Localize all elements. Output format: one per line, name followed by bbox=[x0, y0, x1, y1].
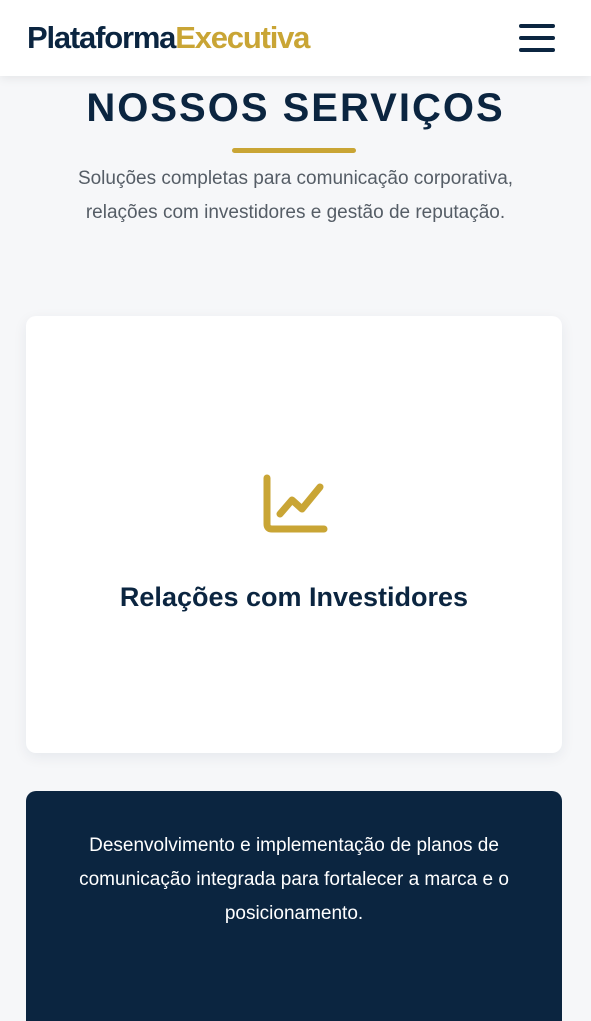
menu-line bbox=[519, 36, 555, 40]
service-card-description-text: Desenvolvimento e implementação de plano… bbox=[79, 835, 509, 924]
service-card-description[interactable]: Desenvolvimento e implementação de plano… bbox=[26, 791, 562, 1021]
menu-line bbox=[519, 24, 555, 28]
hamburger-menu-icon[interactable] bbox=[519, 24, 555, 52]
logo-text-plataforma: Plataforma bbox=[27, 20, 176, 55]
title-underline bbox=[232, 148, 356, 153]
site-header: PlataformaExecutiva bbox=[0, 0, 591, 76]
service-card-investor-relations[interactable]: Relações com Investidores bbox=[26, 316, 562, 753]
section-title: NOSSOS SERVIÇOS bbox=[86, 86, 505, 130]
logo-text-executiva: Executiva bbox=[175, 20, 310, 55]
chart-line-icon bbox=[263, 474, 328, 533]
section-subtitle: Soluções completas para comunicação corp… bbox=[77, 168, 514, 223]
menu-line bbox=[519, 48, 555, 52]
logo[interactable]: PlataformaExecutiva bbox=[27, 20, 310, 56]
service-card-title: Relações com Investidores bbox=[119, 582, 469, 612]
